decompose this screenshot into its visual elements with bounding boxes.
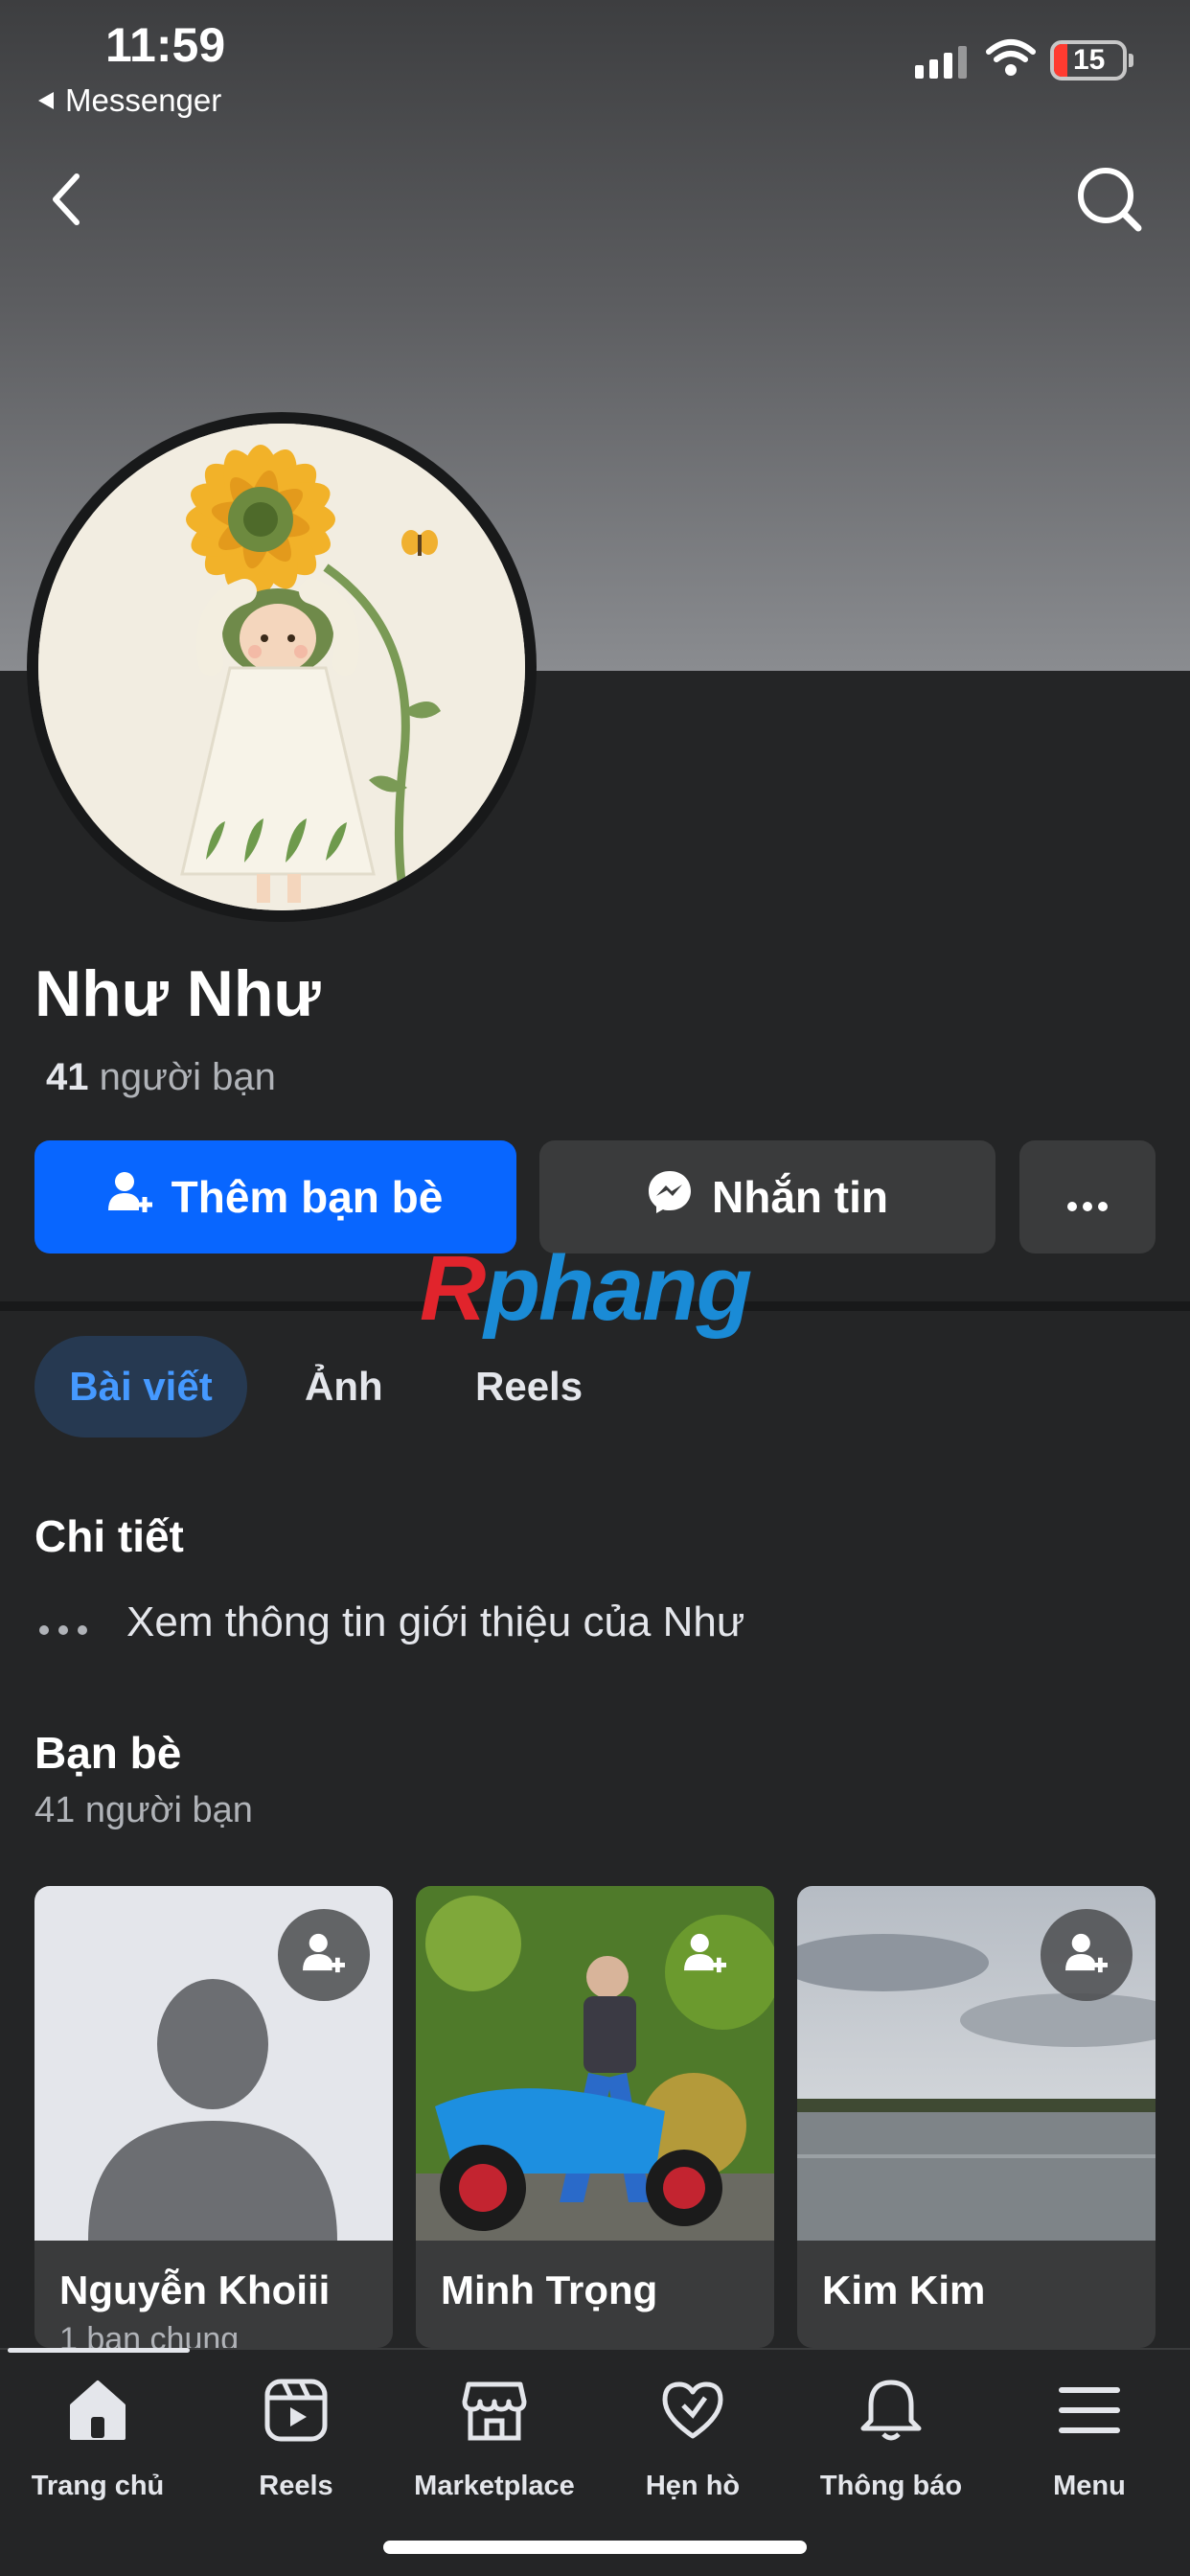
bell-icon [858,2377,925,2451]
add-friend-fab[interactable] [659,1909,751,2001]
add-friend-icon [107,1170,152,1225]
avatar-illustration [38,424,525,910]
battery-level: 15 [1073,44,1106,76]
nav-reels-label: Reels [259,2471,333,2501]
friend-photo-placeholder [34,1886,393,2241]
friend-name: Kim Kim [822,2267,986,2312]
back-button[interactable] [29,163,105,240]
add-friend-label: Thêm bạn bè [171,1172,444,1222]
ellipsis-icon [38,1598,88,1646]
search-button[interactable] [1071,163,1148,240]
chevron-left-icon [48,171,86,233]
search-icon [1075,165,1144,239]
profile-name: Như Như [34,957,321,1030]
reels-icon [263,2377,330,2451]
nav-notifications[interactable]: Thông báo [795,2377,987,2502]
marketplace-icon [461,2377,528,2451]
nav-menu-label: Menu [1053,2471,1126,2501]
cellular-signal-icon [915,46,967,79]
friend-name: Nguyễn Khoiii [59,2267,331,2312]
friend-photo [797,1886,1156,2241]
dating-heart-icon [659,2377,726,2451]
friend-card[interactable]: Minh Trọng [416,1886,774,2348]
add-friend-icon [303,1932,345,1979]
home-indicator [383,2541,807,2554]
friends-count-number: 41 [46,1056,89,1098]
profile-avatar[interactable] [27,412,537,922]
back-triangle-icon [36,82,56,119]
add-friend-fab[interactable] [1041,1909,1133,2001]
about-info-link[interactable]: Xem thông tin giới thiệu của Như [38,1598,744,1646]
back-to-app-link[interactable]: Messenger [36,82,221,119]
tab-reels[interactable]: Reels [475,1336,583,1438]
ellipsis-icon [1066,1171,1109,1223]
messenger-icon [647,1169,693,1226]
watermark-logo: Rphang [420,1237,752,1340]
nav-dating[interactable]: Hẹn hò [597,2377,789,2502]
message-label: Nhắn tin [712,1172,888,1222]
nav-notifications-label: Thông báo [819,2471,963,2501]
details-heading: Chi tiết [34,1511,184,1561]
battery-tip [1129,54,1133,67]
friends-subtitle: 41 người bạn [34,1790,253,1830]
friend-card[interactable]: Kim Kim [797,1886,1156,2348]
home-icon [64,2377,131,2451]
nav-menu[interactable]: Menu [994,2377,1185,2502]
friend-card[interactable]: Nguyễn Khoiii 1 bạn chung [34,1886,393,2348]
battery-icon: 15 [1050,40,1127,80]
nav-reels[interactable]: Reels [200,2377,392,2502]
profile-friends-count[interactable]: 41 người bạn [46,1056,276,1099]
nav-home[interactable]: Trang chủ [2,2377,194,2502]
more-options-button[interactable] [1019,1140,1156,1254]
nav-dating-label: Hẹn hò [645,2471,741,2501]
back-app-label: Messenger [65,82,222,118]
tab-photos[interactable]: Ảnh [305,1336,383,1438]
add-friend-icon [684,1932,726,1979]
friends-count-word: người bạn [99,1056,276,1098]
friend-mutual: 1 bạn chung [59,2321,240,2348]
nav-marketplace-label: Marketplace [414,2471,575,2501]
add-friend-fab[interactable] [278,1909,370,2001]
about-info-text: Xem thông tin giới thiệu của Như [126,1598,745,1645]
add-friend-icon [1065,1932,1108,1979]
menu-icon [1056,2377,1123,2451]
friend-photo [416,1886,774,2241]
nav-home-label: Trang chủ [31,2471,165,2501]
nav-marketplace[interactable]: Marketplace [399,2377,590,2502]
friends-heading[interactable]: Bạn bè [34,1727,181,1779]
tab-posts[interactable]: Bài viết [34,1336,247,1438]
wifi-icon [985,38,1037,81]
friend-name: Minh Trọng [441,2267,658,2312]
home-active-indicator [8,2348,190,2353]
status-time: 11:59 [105,18,226,72]
